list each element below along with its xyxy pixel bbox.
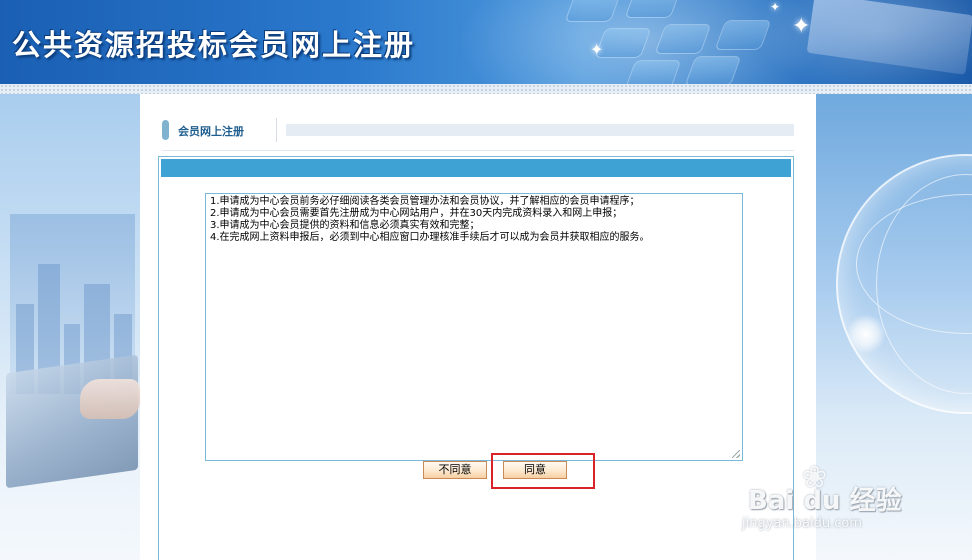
terms-line: 4.在完成网上资料申报后，必须到中心相应窗口办理核准手续后才可以成为会员并获取相… <box>210 232 650 243</box>
disagree-button[interactable]: 不同意 <box>423 461 487 479</box>
section-divider <box>276 118 277 142</box>
header-dot-strip <box>0 84 972 94</box>
terms-line: 3.申请成为中心会员提供的资料和信息必须真实有效和完整； <box>210 220 480 231</box>
terms-line: 2.申请成为中心会员需要首先注册成为中心网站用户，并在30天内完成资料录入和网上… <box>210 208 623 219</box>
terms-line: 1.申请成为中心会员前务必仔细阅读各类会员管理办法和会员协议，并了解相应的会员申… <box>210 196 640 207</box>
section-title: 会员网上注册 <box>178 125 244 138</box>
page-title: 公共资源招投标会员网上注册 <box>12 28 416 62</box>
section-header: 会员网上注册 <box>162 118 794 142</box>
watermark-url: jingyan.baidu.com <box>742 516 862 531</box>
section-header-bar <box>286 124 794 136</box>
header-banner: ✦ ✦ ✦ 公共资源招投标会员网上注册 <box>0 0 972 84</box>
watermark-brand: Bai du 经验 <box>748 486 902 516</box>
star-icon: ✦ <box>792 14 811 39</box>
star-icon: ✦ <box>590 40 604 59</box>
left-decoration-panel <box>0 94 140 560</box>
terms-textarea[interactable]: 1.申请成为中心会员前务必仔细阅读各类会员管理办法和会员协议，并了解相应的会员申… <box>205 193 743 461</box>
main-content: 会员网上注册 1.申请成为中心会员前务必仔细阅读各类会员管理办法和会员协议，并了… <box>140 94 816 560</box>
laptop-image <box>6 354 138 489</box>
section-marker-icon <box>162 120 169 140</box>
panel-title-bar <box>161 159 791 177</box>
agree-button[interactable]: 同意 <box>503 461 567 479</box>
baidu-watermark: ❀ Bai du 经验 jingyan.baidu.com <box>742 460 972 540</box>
star-icon: ✦ <box>770 0 781 14</box>
registration-panel: 1.申请成为中心会员前务必仔细阅读各类会员管理办法和会员协议，并了解相应的会员申… <box>158 156 794 560</box>
hand-image <box>80 379 140 419</box>
light-glow <box>846 314 886 354</box>
pen-decoration <box>806 0 972 75</box>
resize-grip-icon[interactable] <box>732 450 740 458</box>
section-underline <box>162 150 794 151</box>
